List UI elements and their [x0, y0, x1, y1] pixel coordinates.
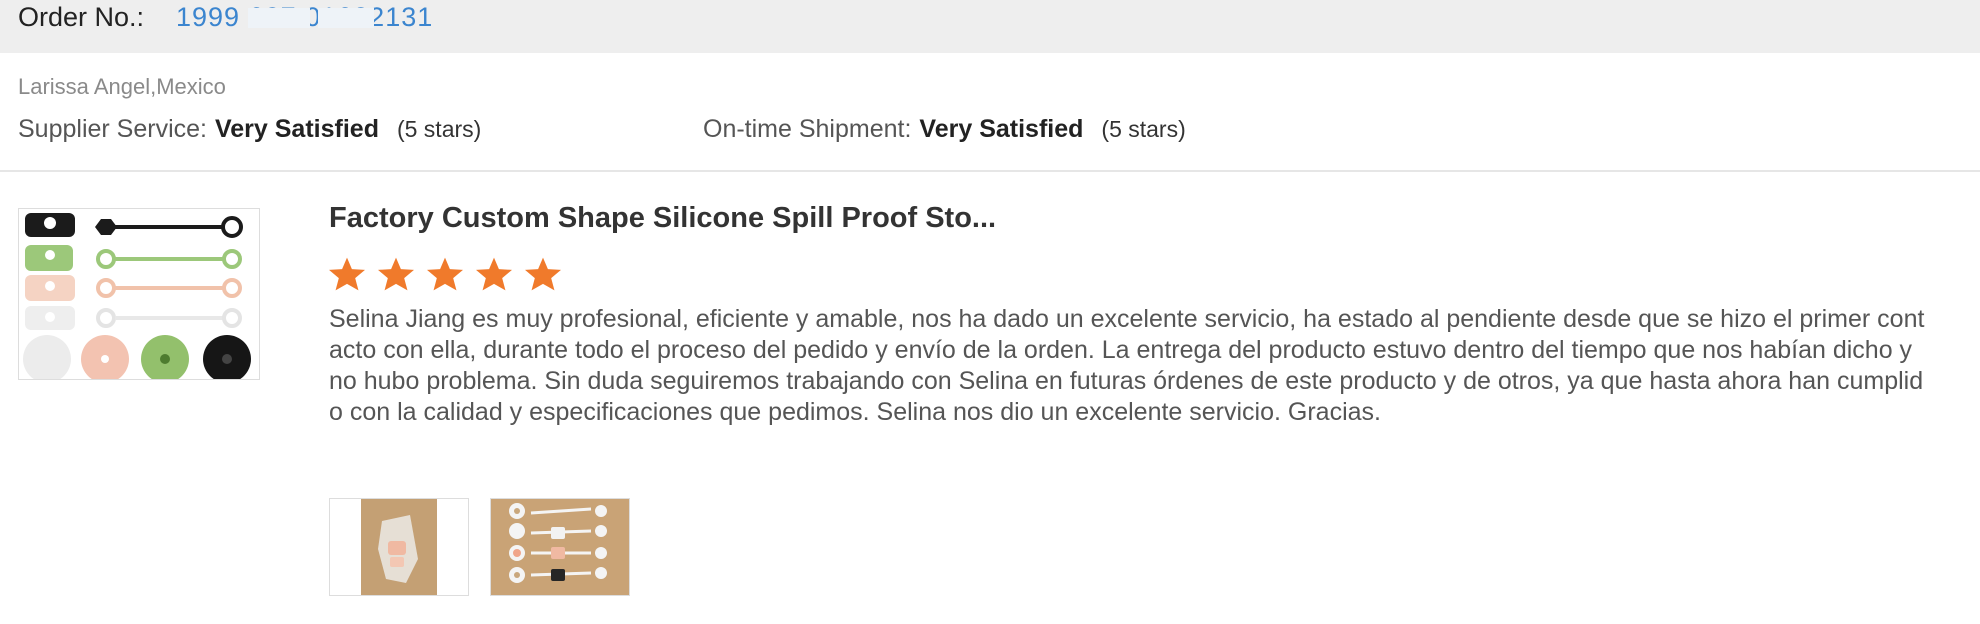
on-time-shipment-rating: On-time Shipment: Very Satisfied (5 stars) — [703, 115, 1186, 144]
supplier-service-rating: Supplier Service: Very Satisfied (5 stars) — [18, 115, 481, 144]
star-icon — [525, 257, 561, 291]
rating-stars-text: (5 stars) — [1101, 116, 1186, 142]
star-icon — [476, 257, 512, 291]
review-text: Selina Jiang es muy profesional, eficien… — [329, 305, 1925, 426]
order-header: Order No.: 1999 627 01622131 — [0, 0, 1980, 53]
order-number-label: Order No.: — [18, 2, 145, 32]
rating-value: Very Satisfied — [919, 115, 1084, 143]
review-photo[interactable] — [490, 498, 630, 596]
star-icon — [329, 257, 365, 291]
product-title-link[interactable]: Factory Custom Shape Silicone Spill Proo… — [329, 202, 996, 235]
star-icon — [378, 257, 414, 291]
rating-label: On-time Shipment: — [703, 115, 912, 143]
review-photo[interactable] — [329, 498, 469, 596]
rating-value: Very Satisfied — [214, 115, 379, 143]
redaction-mask — [248, 8, 310, 28]
star-icon — [427, 257, 463, 291]
product-rating-stars — [327, 256, 563, 292]
rating-stars-text: (5 stars) — [396, 116, 482, 142]
redaction-mask — [318, 8, 374, 28]
rating-label: Supplier Service: — [18, 115, 207, 143]
buyer-name-location: Larissa Angel,Mexico — [18, 74, 226, 99]
section-divider — [0, 170, 1980, 172]
product-thumbnail[interactable] — [18, 208, 260, 380]
